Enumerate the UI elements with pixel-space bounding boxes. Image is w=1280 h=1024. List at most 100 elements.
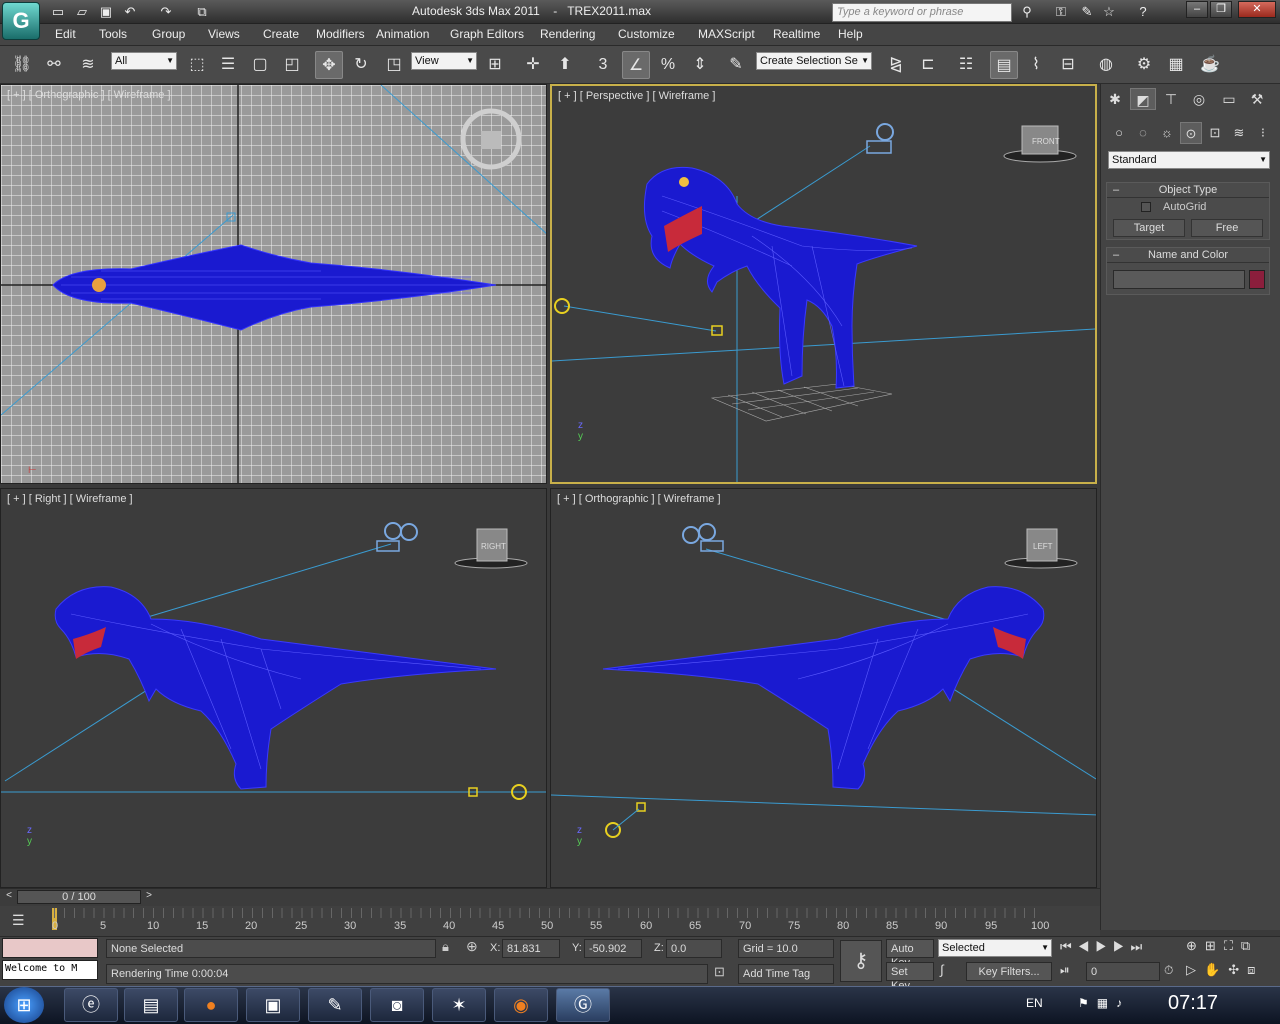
x-coordinate-field[interactable]: 81.831: [502, 939, 560, 958]
menu-animation[interactable]: Animation: [376, 27, 429, 41]
viewport-label-orthographic[interactable]: [ + ] [ Orthographic ] [ Wireframe ]: [557, 493, 721, 505]
snaps-toggle-icon[interactable]: 3: [589, 51, 617, 79]
graphite-ribbon-icon[interactable]: ▤: [990, 51, 1018, 79]
angle-snap-icon[interactable]: ∠: [622, 51, 650, 79]
key-mode-toggle-icon[interactable]: ⏯: [1060, 963, 1070, 978]
align-icon[interactable]: ⊏: [914, 51, 942, 79]
start-button[interactable]: ⊞: [4, 987, 44, 1023]
time-next-icon[interactable]: >: [142, 890, 156, 904]
undo-icon[interactable]: ↶: [120, 3, 140, 21]
menu-views[interactable]: Views: [208, 27, 240, 41]
absolute-mode-icon[interactable]: ⊕: [466, 938, 478, 955]
maximize-viewport-icon[interactable]: ⧈: [1247, 962, 1263, 977]
default-in-out-tangent-icon[interactable]: ∫: [940, 962, 944, 977]
maxscript-listener-output[interactable]: [2, 938, 98, 958]
go-to-end-icon[interactable]: ⏭: [1131, 939, 1149, 954]
pan-icon[interactable]: ✋: [1204, 962, 1228, 977]
field-of-view-icon[interactable]: ▷: [1186, 962, 1204, 977]
key-mode-dropdown[interactable]: Selected: [938, 939, 1052, 957]
set-key-button[interactable]: Set Key: [886, 962, 934, 992]
link-icon[interactable]: ⛓: [8, 51, 36, 79]
zoom-all-icon[interactable]: ⊞: [1205, 938, 1224, 953]
selection-filter-dropdown[interactable]: All: [111, 52, 177, 70]
help-icon[interactable]: ?: [1132, 3, 1154, 21]
viewport-orthographic[interactable]: LEFT [ + ] [ Orthographic ] [ Wireframe …: [550, 488, 1097, 888]
current-frame-field[interactable]: 0: [1086, 962, 1160, 981]
set-keys-key-icon[interactable]: ⚷: [840, 940, 882, 982]
auto-key-button[interactable]: Auto Key: [886, 939, 934, 969]
selection-lock-icon[interactable]: 🔒︎: [442, 939, 449, 955]
named-selection-sets-dropdown[interactable]: Create Selection Se: [756, 52, 872, 70]
object-category-dropdown[interactable]: Standard: [1108, 151, 1270, 169]
rectangular-selection-icon[interactable]: ▢: [246, 51, 274, 79]
z-coordinate-field[interactable]: 0.0: [666, 939, 722, 958]
binoculars-icon[interactable]: ⚲: [1016, 3, 1038, 21]
create-tab-icon[interactable]: ✱: [1102, 88, 1128, 110]
scale-icon[interactable]: ◳: [380, 51, 408, 79]
video-capture-icon[interactable]: ◙: [370, 988, 424, 1022]
go-to-start-icon[interactable]: ⏮: [1060, 939, 1078, 954]
select-object-icon[interactable]: ⬚: [183, 51, 211, 79]
window-crossing-icon[interactable]: ◰: [278, 51, 306, 79]
helpers-icon[interactable]: ⊡: [1204, 122, 1226, 144]
target-camera-button[interactable]: Target: [1113, 219, 1185, 237]
project-icon[interactable]: ⧉: [192, 3, 212, 21]
select-manipulate-icon[interactable]: ✛: [519, 51, 547, 79]
menu-help[interactable]: Help: [838, 27, 863, 41]
menu-maxscript[interactable]: MAXScript: [698, 27, 755, 41]
pivot-center-icon[interactable]: ⊞: [481, 51, 509, 79]
zbrush-icon[interactable]: ✶: [432, 988, 486, 1022]
menu-customize[interactable]: Customize: [618, 27, 675, 41]
orbit-icon[interactable]: ✣: [1228, 962, 1247, 977]
time-slider[interactable]: 0 / 100: [17, 890, 141, 904]
time-configuration-icon[interactable]: ⏱: [1164, 963, 1173, 978]
material-editor-icon[interactable]: ◍: [1092, 51, 1120, 79]
motion-tab-icon[interactable]: ◎: [1186, 88, 1212, 110]
keyboard-shortcut-icon[interactable]: ⬆: [551, 51, 579, 79]
viewport-label-right[interactable]: [ + ] [ Right ] [ Wireframe ]: [7, 493, 133, 505]
network-icon[interactable]: ▦: [1097, 996, 1116, 1010]
volume-icon[interactable]: ♪: [1116, 996, 1130, 1010]
lights-icon[interactable]: ☼: [1156, 122, 1178, 144]
language-indicator[interactable]: EN: [1026, 996, 1043, 1010]
minimize-button[interactable]: –: [1186, 1, 1208, 18]
close-button[interactable]: ✕: [1238, 1, 1276, 18]
zoom-icon[interactable]: ⊕: [1186, 938, 1205, 953]
remote-desktop-icon[interactable]: ▣: [246, 988, 300, 1022]
3ds-max-taskbar-icon[interactable]: Ⓖ: [556, 988, 610, 1022]
search-input[interactable]: Type a keyword or phrase: [832, 3, 1012, 22]
systems-icon[interactable]: ⁝: [1252, 122, 1274, 144]
application-button[interactable]: G: [2, 2, 40, 40]
y-coordinate-field[interactable]: -50.902: [584, 939, 642, 958]
menu-tools[interactable]: Tools: [99, 27, 127, 41]
render-setup-icon[interactable]: ⚙: [1130, 51, 1158, 79]
menu-realtime[interactable]: Realtime: [773, 27, 820, 41]
spinner-snap-icon[interactable]: ⇕: [686, 51, 714, 79]
internet-explorer-icon[interactable]: ⓔ: [64, 988, 118, 1022]
reference-coordinate-dropdown[interactable]: View: [411, 52, 477, 70]
communication-icon[interactable]: ✎: [1076, 3, 1098, 21]
media-player-icon[interactable]: ●: [184, 988, 238, 1022]
geometry-icon[interactable]: ○: [1108, 122, 1130, 144]
modify-tab-icon[interactable]: ◩: [1130, 88, 1156, 110]
paint-icon[interactable]: ✎: [308, 988, 362, 1022]
next-frame-icon[interactable]: ▶: [1113, 939, 1131, 954]
file-explorer-icon[interactable]: ▤: [124, 988, 178, 1022]
redo-icon[interactable]: ↷: [156, 3, 176, 21]
flag-icon[interactable]: ⚑: [1078, 996, 1097, 1010]
shapes-icon[interactable]: ◌: [1132, 122, 1154, 144]
bind-space-warp-icon[interactable]: ≋: [74, 51, 102, 79]
clock[interactable]: 07:17: [1168, 992, 1218, 1015]
rendered-frame-window-icon[interactable]: ▦: [1162, 51, 1190, 79]
play-icon[interactable]: ▶: [1095, 939, 1113, 954]
previous-frame-icon[interactable]: ◀: [1078, 939, 1096, 954]
layer-manager-icon[interactable]: ☷: [952, 51, 980, 79]
unlink-icon[interactable]: ⚯: [40, 51, 68, 79]
viewport-label-top-left[interactable]: [ + ] [ Orthographic ] [ Wireframe ]: [7, 89, 171, 101]
move-icon[interactable]: ✥: [315, 51, 343, 79]
utilities-tab-icon[interactable]: ⚒: [1244, 88, 1270, 110]
autogrid-checkbox[interactable]: [1141, 202, 1151, 212]
save-icon[interactable]: ▣: [96, 3, 116, 21]
object-name-field[interactable]: [1113, 270, 1245, 289]
hierarchy-tab-icon[interactable]: ⊤: [1158, 88, 1184, 110]
